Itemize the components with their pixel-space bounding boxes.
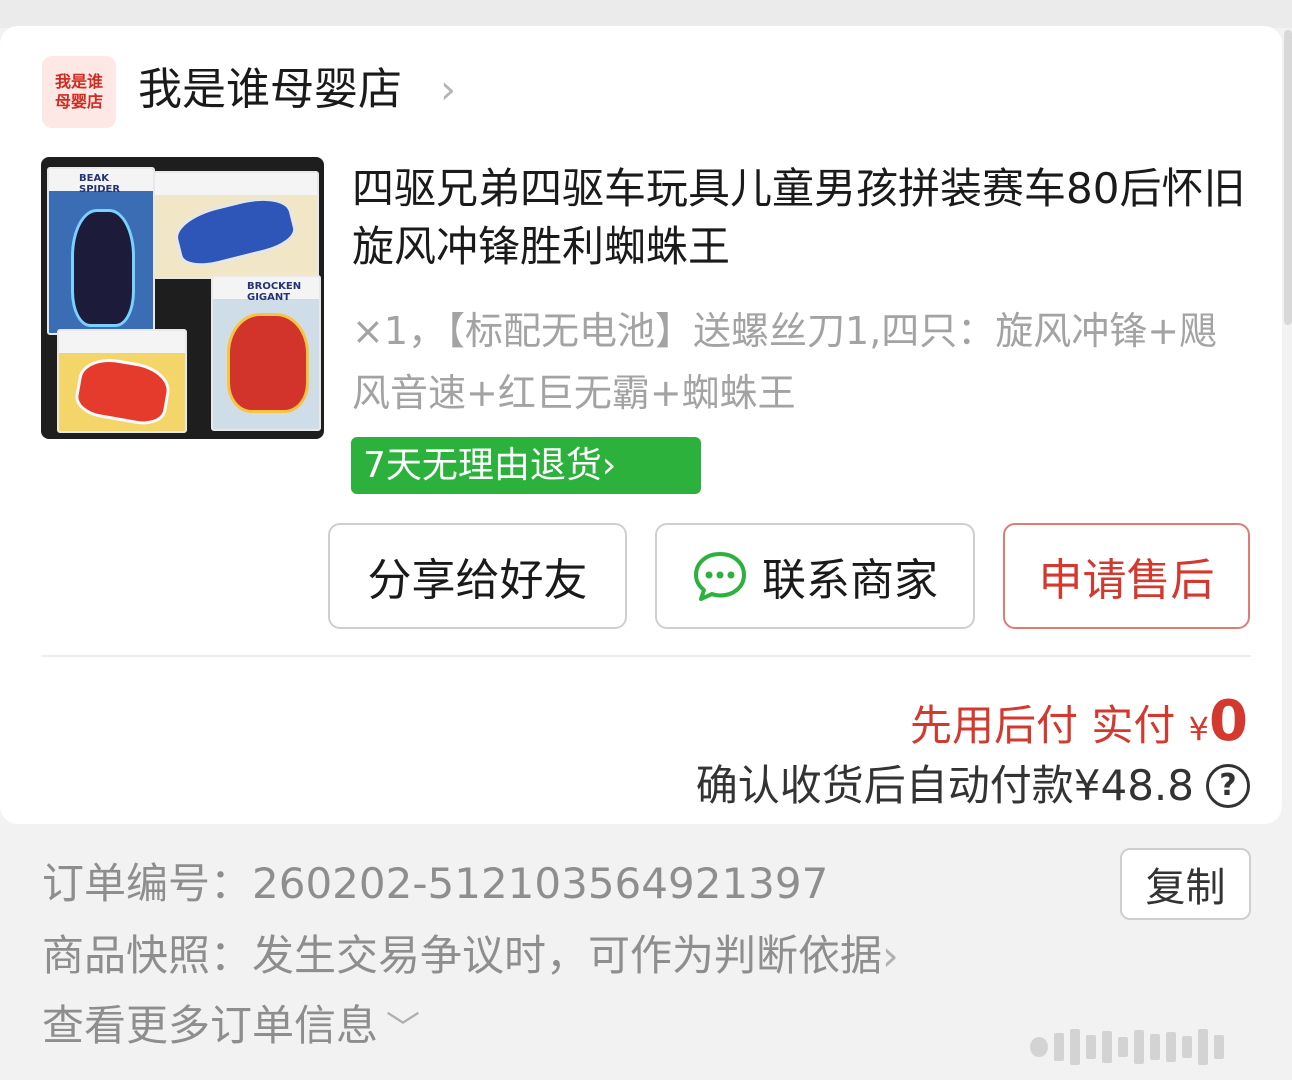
- chevron-right-icon[interactable]: ›: [440, 70, 456, 110]
- more-order-info-label: 查看更多订单信息: [42, 1001, 379, 1050]
- chat-bubble-icon: [694, 552, 746, 601]
- payment-summary: 先用后付 实付 ¥0: [910, 690, 1248, 761]
- divider: [41, 655, 1251, 657]
- return-policy-badge[interactable]: 7天无理由退货›: [351, 437, 701, 494]
- snapshot-label: 商品快照：: [42, 931, 253, 980]
- watermark: [1030, 1022, 1285, 1072]
- product-image[interactable]: BEAK SPIDER BROCKEN GIGANT: [41, 157, 324, 439]
- auto-pay-text: 确认收货后自动付款¥48.8: [695, 761, 1194, 810]
- chevron-right-icon: ›: [882, 931, 899, 980]
- auto-pay-note: 确认收货后自动付款¥48.8 ?: [696, 758, 1250, 814]
- product-title[interactable]: 四驱兄弟四驱车玩具儿童男孩拼装赛车80后怀旧旋风冲锋胜利蜘蛛王: [352, 160, 1252, 276]
- snapshot-row[interactable]: 商品快照：发生交易争议时，可作为判断依据›: [42, 928, 899, 984]
- top-strip: [0, 0, 1292, 28]
- snapshot-text: 发生交易争议时，可作为判断依据: [252, 931, 883, 980]
- after-sale-label: 申请售后: [1038, 555, 1215, 606]
- order-number-label: 订单编号：: [42, 859, 253, 908]
- help-circle-icon[interactable]: ?: [1206, 764, 1250, 808]
- payment-label: 先用后付 实付: [909, 701, 1189, 750]
- product-box-label: BROCKEN GIGANT: [247, 281, 302, 303]
- product-box-label: BEAK SPIDER: [79, 173, 121, 195]
- shop-logo-line2: 母婴店: [54, 92, 103, 111]
- contact-seller-label: 联系商家: [762, 555, 938, 606]
- order-number-row: 订单编号：260202-512103564921397: [42, 856, 828, 912]
- chevron-down-icon: ﹀: [386, 1009, 421, 1049]
- product-box-cyclone: [153, 171, 319, 279]
- more-order-info[interactable]: 查看更多订单信息 ﹀: [42, 998, 420, 1057]
- scrollbar[interactable]: [1284, 30, 1292, 325]
- share-button-label: 分享给好友: [367, 555, 588, 606]
- copy-button[interactable]: 复制: [1120, 848, 1251, 920]
- copy-button-label: 复制: [1145, 865, 1226, 911]
- payment-amount: 0: [1209, 689, 1248, 754]
- product-box-beak-spider: BEAK SPIDER: [47, 167, 155, 335]
- shop-logo-line1: 我是谁: [54, 72, 103, 91]
- product-box-brocken-gigant: BROCKEN GIGANT: [211, 275, 321, 431]
- product-box-hurricane: [57, 329, 187, 433]
- share-button[interactable]: 分享给好友: [328, 523, 627, 629]
- product-spec: ×1，【标配无电池】送螺丝刀1,四只：旋风冲锋+飓风音速+红巨无霸+蜘蛛王: [352, 309, 1218, 415]
- shop-name[interactable]: 我是谁母婴店: [138, 62, 402, 118]
- contact-seller-button[interactable]: 联系商家: [655, 523, 975, 629]
- order-number: 260202-512103564921397: [252, 859, 829, 908]
- after-sale-button[interactable]: 申请售后: [1003, 523, 1250, 629]
- shop-logo[interactable]: 我是谁 母婴店: [42, 56, 116, 128]
- currency-symbol: ¥: [1188, 710, 1210, 748]
